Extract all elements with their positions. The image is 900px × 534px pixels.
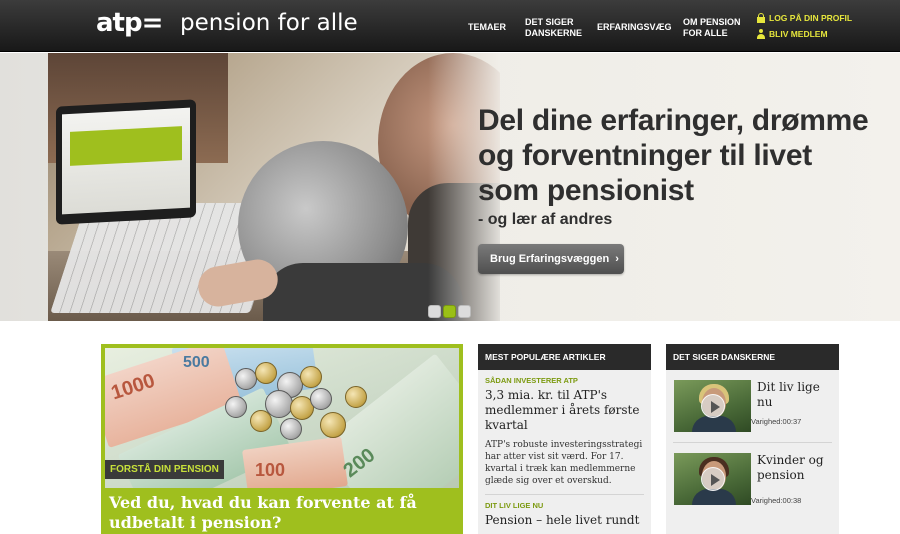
banknote-label: 500 [183, 354, 210, 371]
hero-banner: Del dine erfaringer, drømme og forventni… [0, 53, 900, 321]
video-title[interactable]: Dit liv lige nu [757, 380, 832, 410]
videos-heading: DET SIGER DANSKERNE [666, 344, 839, 370]
most-popular-heading: MEST POPULÆRE ARTIKLER [478, 344, 651, 370]
feature-title[interactable]: Ved du, hvad du kan forvente at få udbet… [109, 493, 459, 533]
nav-item-erfaringsvaeg[interactable]: ERFARINGSVÆG [597, 22, 672, 33]
slide-dot-3[interactable] [458, 305, 471, 318]
video-thumbnail[interactable] [674, 453, 751, 505]
hero-title: Del dine erfaringer, drømme og forventni… [478, 104, 869, 207]
top-navigation-bar: atp= pension for alle TEMAER DET SIGER D… [0, 0, 900, 52]
person-icon [756, 29, 766, 39]
slide-dot-1[interactable] [428, 305, 441, 318]
nav-item-det-siger-danskerne[interactable]: DET SIGER DANSKERNE [525, 17, 582, 39]
det-siger-danskerne-panel: DET SIGER DANSKERNE Dit liv lige nu Kvin… [666, 344, 839, 534]
nav-item-om-pension-for-alle[interactable]: OM PENSION FOR ALLE [683, 17, 743, 39]
join-link[interactable]: BLIV MEDLEM [756, 29, 828, 39]
hero-photo [48, 53, 500, 321]
article-title[interactable]: 3,3 mia. kr. til ATP's medlemmer i årets… [485, 388, 644, 433]
article-item[interactable]: SÅDAN INVESTERER ATP 3,3 mia. kr. til AT… [478, 370, 651, 487]
nav-item-temaer[interactable]: TEMAER [468, 22, 506, 33]
feature-tag: FORSTÅ DIN PENSION [105, 460, 224, 479]
banknote-label: 100 [255, 460, 286, 480]
lock-icon [756, 13, 766, 23]
join-label: BLIV MEDLEM [769, 29, 828, 39]
article-title[interactable]: Pension – hele livet rundt [485, 513, 644, 528]
most-popular-panel: MEST POPULÆRE ARTIKLER SÅDAN INVESTERER … [478, 344, 651, 534]
play-icon[interactable] [701, 394, 725, 418]
article-kicker: DIT LIV LIGE NU [485, 501, 544, 510]
page: atp= pension for alle TEMAER DET SIGER D… [0, 0, 900, 534]
login-link[interactable]: LOG PÅ DIN PROFIL [756, 13, 852, 23]
video-thumbnail[interactable] [674, 380, 751, 432]
hero-button-label: Brug Erfaringsvæggen [490, 253, 610, 265]
article-item[interactable]: DIT LIV LIGE NU Pension – hele livet run… [478, 495, 651, 528]
article-teaser: ATP's robuste investeringsstrategi har a… [485, 440, 643, 486]
video-duration: Varighed:00:37 [751, 417, 802, 426]
feature-card[interactable]: 1000 500 200 100 FORSTÅ DIN PENSION Ved … [101, 344, 463, 534]
hero-subtitle: - og lær af andres [478, 211, 613, 228]
video-duration: Varighed:00:38 [751, 496, 802, 505]
article-kicker: SÅDAN INVESTERER ATP [485, 376, 578, 385]
slide-indicator [428, 305, 471, 318]
play-icon[interactable] [701, 467, 725, 491]
chevron-right-icon: › [615, 253, 619, 265]
atp-logo[interactable]: atp= [96, 8, 163, 38]
slide-dot-2[interactable] [443, 305, 456, 318]
site-tagline: pension for alle [180, 10, 358, 36]
use-experience-wall-button[interactable]: Brug Erfaringsvæggen › [478, 244, 624, 274]
login-label: LOG PÅ DIN PROFIL [769, 13, 853, 23]
video-title[interactable]: Kvinder og pension [757, 453, 832, 483]
